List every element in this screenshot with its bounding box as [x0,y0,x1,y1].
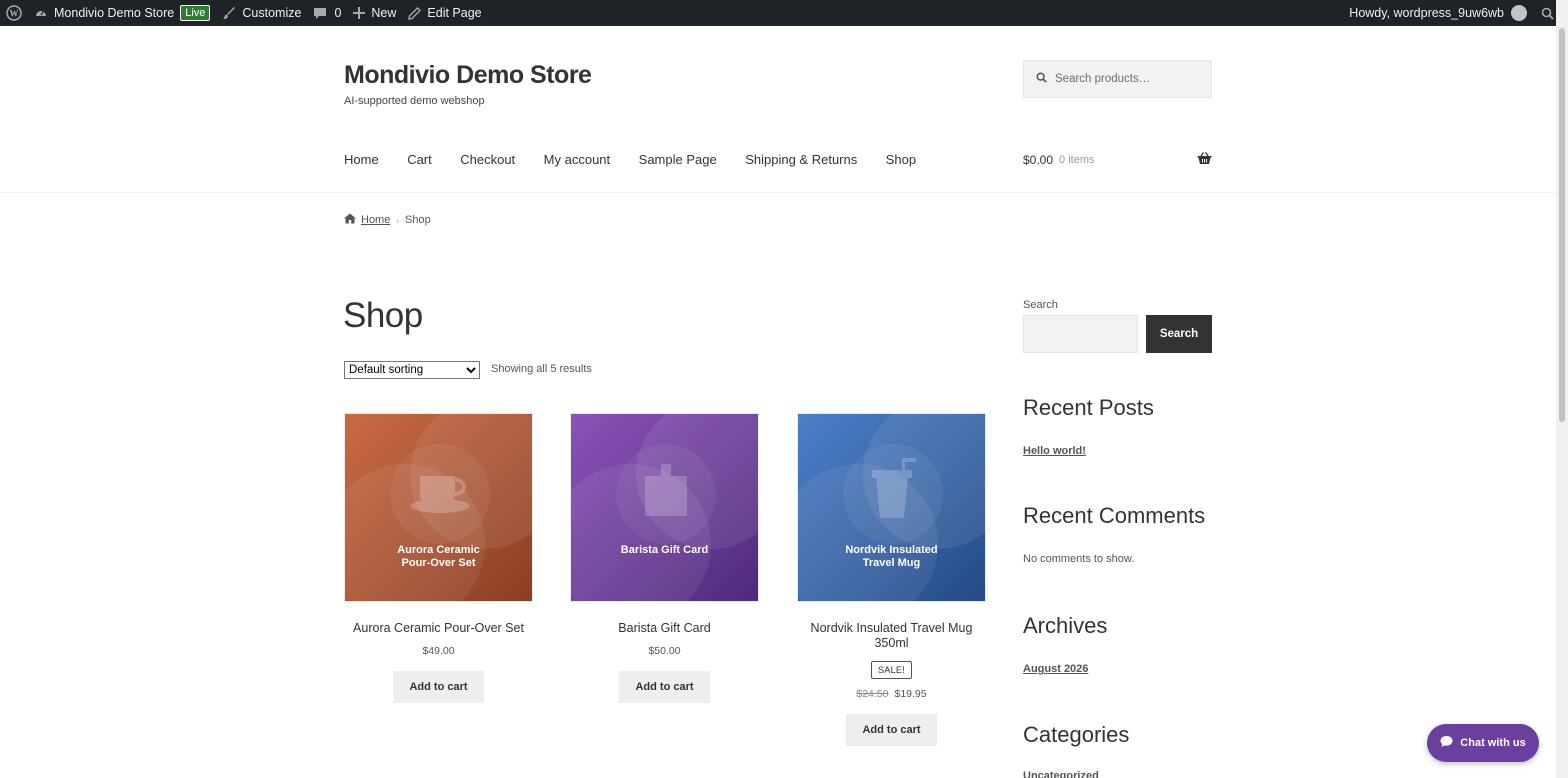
nav-item-cart[interactable]: Cart [407,152,432,167]
product-image[interactable]: Aurora Ceramic Pour-Over Set [344,413,533,602]
product-title[interactable]: Barista Gift Card [570,621,759,636]
wordpress-icon: W [6,5,22,21]
chat-label: Chat with us [1460,737,1526,749]
edit-page-link[interactable]: Edit Page [402,0,487,26]
archive-link[interactable]: August 2026 [1023,663,1088,675]
product-card: Aurora Ceramic Pour-Over Set Aurora Cera… [344,413,533,703]
category-link[interactable]: Uncategorized [1023,770,1099,778]
admin-bar: W Mondivio Demo Store Live Customize 0 N… [0,0,1568,26]
pencil-icon [408,6,422,20]
my-account-menu[interactable]: Howdy, wordpress_9uw6wb [1343,0,1533,26]
dashboard-icon [34,6,48,20]
nav-item-my-account[interactable]: My account [544,152,610,167]
avatar [1511,5,1527,21]
chat-button[interactable]: Chat with us [1427,724,1539,762]
product-price: $50.00 [648,645,681,657]
product-search-input[interactable]: Search products… [1023,60,1212,98]
live-badge: Live [180,5,211,21]
customize-link[interactable]: Customize [216,0,307,26]
plus-icon [353,7,366,19]
site-tagline: AI-supported demo webshop [344,95,485,107]
product-title[interactable]: Nordvik Insulated Travel Mug 350ml [797,621,986,651]
search-icon [1036,72,1055,86]
page-scrollbar[interactable] [1556,0,1568,778]
new-content-menu[interactable]: New [347,0,402,26]
scrollbar-thumb[interactable] [1559,28,1565,422]
product-image-caption: Barista Gift Card [620,544,709,556]
product-card: Nordvik Insulated Travel Mug Nordvik Ins… [797,413,986,746]
no-comments-text: No comments to show. [1023,553,1135,565]
cart-total: $0.00 [1023,153,1054,167]
sidebar-search-label: Search [1023,299,1058,311]
site-name-menu[interactable]: Mondivio Demo Store Live [28,0,216,26]
breadcrumb-current: Shop [405,214,431,226]
sidebar-search-button[interactable]: Search [1146,315,1212,353]
search-icon [1541,7,1554,20]
product-image[interactable]: Nordvik Insulated Travel Mug [797,413,986,602]
site-header: Mondivio Demo Store AI-supported demo we… [0,26,1556,193]
add-to-cart-button[interactable]: Add to cart [619,671,710,703]
sorting-select[interactable]: Default sorting [344,361,480,379]
nav-item-checkout[interactable]: Checkout [460,152,515,167]
new-label: New [371,6,397,20]
nav-item-shipping-returns[interactable]: Shipping & Returns [745,152,857,167]
comment-icon [313,6,327,20]
product-price: $49.00 [422,645,455,657]
howdy-label: Howdy, wordpress_9uw6wb [1349,6,1504,20]
site-title[interactable]: Mondivio Demo Store [344,61,592,90]
home-icon [344,213,356,227]
add-to-cart-button[interactable]: Add to cart [846,714,937,746]
cart-item-count: 0 items [1059,154,1095,166]
recent-post-link[interactable]: Hello world! [1023,445,1086,457]
nav-item-home[interactable]: Home [344,152,379,167]
archives-heading: Archives [1023,613,1108,638]
product-card: Barista Gift Card Barista Gift Card $50.… [570,413,759,703]
basket-icon [1197,152,1212,168]
sidebar-search-input[interactable] [1023,315,1138,353]
product-image[interactable]: Barista Gift Card [570,413,759,602]
old-price: $24.50 [856,688,889,700]
product-title[interactable]: Aurora Ceramic Pour-Over Set [344,621,533,636]
nav-item-shop[interactable]: Shop [886,152,916,167]
product-image-caption: Aurora Ceramic Pour-Over Set [397,544,480,569]
recent-posts-heading: Recent Posts [1023,395,1154,420]
header-cart[interactable]: $0.00 0 items [1023,152,1212,168]
recent-comments-heading: Recent Comments [1023,503,1206,528]
product-image-caption: Nordvik Insulated Travel Mug [845,544,938,569]
sale-price: $19.95 [894,688,927,700]
brush-icon [222,6,236,20]
search-placeholder: Search products… [1055,73,1151,85]
sale-badge: SALE! [870,661,912,679]
categories-heading: Categories [1023,722,1130,747]
result-count: Showing all 5 results [491,363,592,375]
page-title: Shop [343,296,423,335]
wordpress-logo-menu[interactable]: W [0,0,28,26]
chat-bubble-icon [1440,735,1460,751]
customize-label: Customize [242,6,302,20]
comments-link[interactable]: 0 [307,0,347,26]
breadcrumb-home-link[interactable]: Home [361,214,390,226]
primary-navigation: Home Cart Checkout My account Sample Pag… [344,152,945,167]
product-price: $24.50 $19.95 [797,688,986,700]
comments-count: 0 [334,6,342,20]
svg-text:W: W [10,9,19,19]
edit-page-label: Edit Page [427,6,482,20]
nav-item-sample-page[interactable]: Sample Page [639,152,717,167]
site-name-label: Mondivio Demo Store [54,6,175,20]
add-to-cart-button[interactable]: Add to cart [393,671,484,703]
breadcrumb: Home › Shop [344,213,431,227]
breadcrumb-separator: › [396,215,400,225]
